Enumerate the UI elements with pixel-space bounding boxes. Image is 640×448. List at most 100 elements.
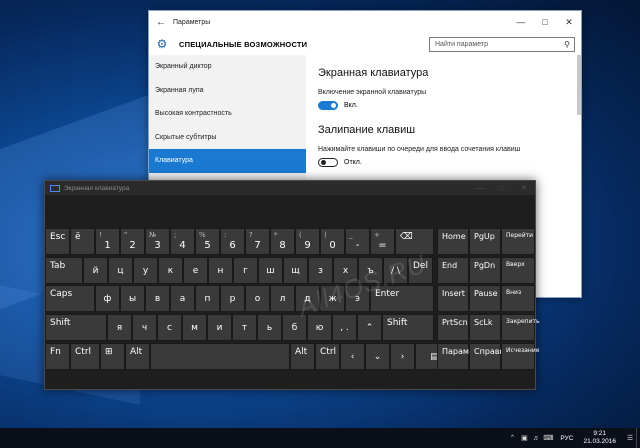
key-nav-1-0[interactable]: End — [437, 257, 469, 284]
key-row4-4[interactable]: м — [182, 314, 207, 341]
key-row1-11[interactable]: ) 0 — [320, 228, 345, 255]
key-row4-1[interactable]: я — [107, 314, 132, 341]
key-row3-4[interactable]: а — [170, 285, 195, 312]
key-row1-0[interactable]: Esc — [45, 228, 70, 255]
network-icon[interactable]: ▣ — [518, 434, 530, 442]
key-row5-1[interactable]: Ctrl — [70, 343, 100, 370]
sidebar-item-narrator[interactable]: Экранный диктор — [149, 55, 306, 79]
key-nav-4-1[interactable]: Справка — [469, 343, 509, 370]
key-row1-3[interactable]: " 2 — [120, 228, 145, 255]
language-indicator[interactable]: РУС — [560, 435, 573, 442]
key-row4-3[interactable]: с — [157, 314, 182, 341]
key-label: Перейти — [506, 232, 533, 239]
key-row2-8[interactable]: ш — [258, 257, 283, 284]
key-row5-7[interactable]: ‹ — [340, 343, 365, 370]
key-row1-2[interactable]: ! 1 — [95, 228, 120, 255]
key-row1-5[interactable]: ; 4 — [170, 228, 195, 255]
key-row1-4[interactable]: № 3 — [145, 228, 170, 255]
volume-icon[interactable]: ♬ — [530, 435, 542, 442]
key-nav-2-1[interactable]: Pause — [469, 285, 501, 312]
key-row3-8[interactable]: л — [270, 285, 295, 312]
key-row1-10[interactable]: (9 — [295, 228, 320, 255]
back-arrow-icon[interactable]: ← — [149, 17, 173, 28]
key-row3-0[interactable]: Caps — [45, 285, 95, 312]
clock[interactable]: 9:21 21.03.2016 — [583, 430, 616, 446]
sidebar-item-closed-captions[interactable]: Скрытые субтитры — [149, 126, 306, 150]
key-row3-7[interactable]: о — [245, 285, 270, 312]
sticky-keys-toggle[interactable] — [318, 158, 338, 167]
sidebar-item-magnifier[interactable]: Экранная лупа — [149, 79, 306, 103]
sidebar-item-keyboard[interactable]: Клавиатура — [149, 149, 306, 173]
key-row4-2[interactable]: ч — [132, 314, 157, 341]
key-nav-3-1[interactable]: ScLk — [469, 314, 501, 341]
osk-toggle[interactable] — [318, 101, 338, 110]
key-row5-8[interactable]: ⌄ — [365, 343, 390, 370]
key-row1-9[interactable]: * 8 — [270, 228, 295, 255]
key-row4-7[interactable]: ь — [257, 314, 282, 341]
scrollbar[interactable] — [577, 55, 581, 115]
key-label: т — [241, 322, 248, 333]
key-nav-4-0[interactable]: Параметры — [437, 343, 490, 370]
key-row1-12[interactable]: _ - — [345, 228, 370, 255]
key-row1-8[interactable]: ? 7 — [245, 228, 270, 255]
key-row2-3[interactable]: у — [133, 257, 158, 284]
key-row5-9[interactable]: › — [390, 343, 415, 370]
key-nav-3-0[interactable]: PrtScn — [437, 314, 469, 341]
key-row3-3[interactable]: в — [145, 285, 170, 312]
key-row5-5[interactable]: Alt — [290, 343, 315, 370]
minimize-icon[interactable]: — — [509, 17, 533, 27]
key-row1-13[interactable]: + = — [370, 228, 395, 255]
key-row4-5[interactable]: и — [207, 314, 232, 341]
key-row2-5[interactable]: е — [183, 257, 208, 284]
key-row3-2[interactable]: ы — [120, 285, 145, 312]
key-row2-4[interactable]: к — [158, 257, 183, 284]
key-row2-6[interactable]: н — [208, 257, 233, 284]
show-desktop-button[interactable] — [636, 428, 640, 448]
key-row2-0[interactable]: Tab — [45, 257, 83, 284]
key-label: _ — [349, 231, 353, 239]
keyboard-tray-icon[interactable]: ⌨ — [542, 434, 554, 442]
key-row5-4[interactable] — [150, 343, 290, 370]
key-row4-10[interactable]: , . — [332, 314, 357, 341]
close-icon[interactable]: ✕ — [513, 184, 535, 192]
search-input[interactable]: Найти параметр ⚲ — [429, 36, 575, 52]
key-row2-9[interactable]: щ — [283, 257, 308, 284]
key-label: ) — [324, 231, 327, 239]
key-nav-0-0[interactable]: Home — [437, 228, 469, 255]
key-row4-12[interactable]: Shift — [382, 314, 434, 341]
key-nav-1-1[interactable]: PgDn — [469, 257, 501, 284]
key-row3-1[interactable]: ф — [95, 285, 120, 312]
key-row2-2[interactable]: ц — [108, 257, 133, 284]
key-nav-2-0[interactable]: Insert — [437, 285, 469, 312]
minimize-icon[interactable]: — — [469, 185, 491, 192]
key-nav-0-1[interactable]: PgUp — [469, 228, 501, 255]
maximize-icon[interactable]: □ — [491, 185, 513, 192]
key-side-3[interactable]: Закрепить — [501, 314, 540, 341]
key-label: ‹ — [350, 351, 355, 362]
maximize-icon[interactable]: □ — [533, 17, 557, 27]
close-icon[interactable]: ✕ — [557, 17, 581, 28]
key-row3-6[interactable]: р — [220, 285, 245, 312]
key-row5-6[interactable]: Ctrl — [315, 343, 340, 370]
key-row1-6[interactable]: % 5 — [195, 228, 220, 255]
key-side-0[interactable]: Перейти — [501, 228, 535, 255]
key-side-1[interactable]: Вверх — [501, 257, 535, 284]
key-row4-6[interactable]: т — [232, 314, 257, 341]
key-row1-1[interactable]: ё — [70, 228, 95, 255]
key-row5-3[interactable]: Alt — [125, 343, 150, 370]
key-row3-5[interactable]: п — [195, 285, 220, 312]
key-row2-7[interactable]: г — [233, 257, 258, 284]
key-side-2[interactable]: Вниз — [501, 285, 535, 312]
key-row5-2[interactable]: ⊞ — [100, 343, 125, 370]
key-row2-1[interactable]: й — [83, 257, 108, 284]
key-row4-0[interactable]: Shift — [45, 314, 107, 341]
chevron-up-icon[interactable]: ⌃ — [506, 434, 518, 442]
notifications-icon[interactable]: ☰ — [624, 434, 636, 442]
key-side-4[interactable]: Исчезание — [501, 343, 539, 370]
key-row5-0[interactable]: Fn — [45, 343, 70, 370]
key-label: Alt — [130, 347, 143, 357]
key-row4-11[interactable]: ⌃ — [357, 314, 382, 341]
sidebar-item-high-contrast[interactable]: Высокая контрастность — [149, 102, 306, 126]
key-label: з — [318, 265, 323, 276]
key-row1-7[interactable]: :6 — [220, 228, 245, 255]
